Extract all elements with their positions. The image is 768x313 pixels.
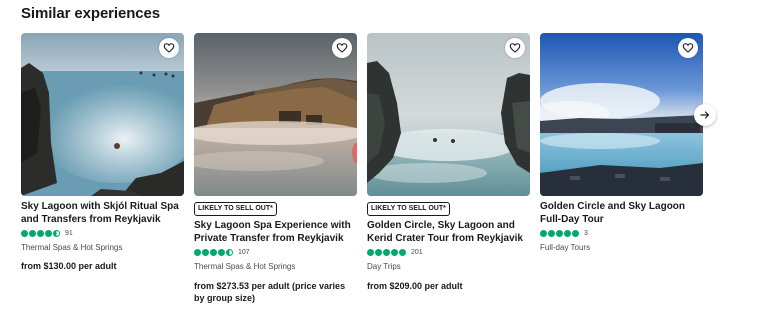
review-count[interactable]: 201: [411, 249, 423, 256]
experience-price: from $130.00 per adult: [21, 261, 117, 271]
heart-icon: [509, 43, 521, 53]
likely-to-sell-out-badge: LIKELY TO SELL OUT*: [194, 202, 277, 216]
experience-title[interactable]: Golden Circle and Sky Lagoon Full-Day To…: [540, 201, 703, 226]
rating-bubbles: [367, 249, 407, 256]
review-count[interactable]: 91: [65, 230, 73, 237]
carousel-next-button[interactable]: [694, 104, 716, 126]
experience-card[interactable]: LIKELY TO SELL OUT* Sky Lagoon Spa Exper…: [194, 33, 357, 304]
rating-bubbles: [194, 249, 234, 256]
rating-bubble: [564, 230, 571, 237]
rating-bubble: [367, 249, 374, 256]
likely-to-sell-out-badge: LIKELY TO SELL OUT*: [367, 202, 450, 216]
experience-photo[interactable]: [21, 33, 184, 196]
experience-photo[interactable]: [367, 33, 530, 196]
save-to-trip-button[interactable]: [159, 38, 179, 58]
rating-bubble: [21, 230, 28, 237]
heart-icon: [336, 43, 348, 53]
experience-category: Day Trips: [367, 262, 401, 271]
save-to-trip-button[interactable]: [678, 38, 698, 58]
turf-house-lagoon-image: [194, 33, 357, 196]
rating-bubble: [391, 249, 398, 256]
rating-row: 3: [540, 229, 703, 238]
experience-photo[interactable]: [540, 33, 703, 196]
experience-category: Full-day Tours: [540, 243, 591, 252]
review-count[interactable]: 107: [238, 249, 250, 256]
rating-bubble: [375, 249, 382, 256]
rating-bubble-half: [53, 230, 60, 237]
rating-bubble: [45, 230, 52, 237]
rating-bubble: [572, 230, 579, 237]
review-count[interactable]: 3: [584, 230, 588, 237]
save-to-trip-button[interactable]: [332, 38, 352, 58]
experience-price: from $273.53 per adult (price varies by …: [194, 281, 346, 303]
experience-title[interactable]: Sky Lagoon Spa Experience with Private T…: [194, 220, 357, 245]
rating-bubble: [37, 230, 44, 237]
rating-bubble: [202, 249, 209, 256]
rating-bubble: [548, 230, 555, 237]
rating-bubbles: [540, 230, 580, 237]
rating-bubble: [29, 230, 36, 237]
experience-price: from $209.00 per adult: [367, 281, 463, 291]
lagoon-rock-cliffs-image: [367, 33, 530, 196]
rating-row: 201: [367, 248, 530, 257]
experience-category: Thermal Spas & Hot Springs: [21, 243, 123, 252]
rating-bubble: [556, 230, 563, 237]
rating-bubble: [540, 230, 547, 237]
rating-bubbles: [21, 230, 61, 237]
rating-bubble: [210, 249, 217, 256]
save-to-trip-button[interactable]: [505, 38, 525, 58]
rating-bubble: [194, 249, 201, 256]
heart-icon: [163, 43, 175, 53]
heart-icon: [682, 43, 694, 53]
rating-row: 107: [194, 248, 357, 257]
rating-bubble-half: [226, 249, 233, 256]
rating-row: 91: [21, 229, 184, 238]
arrow-right-icon: [700, 111, 710, 119]
rating-bubble: [383, 249, 390, 256]
experience-category: Thermal Spas & Hot Springs: [194, 262, 296, 271]
experience-card[interactable]: Golden Circle and Sky Lagoon Full-Day To…: [540, 33, 703, 252]
experience-title[interactable]: Golden Circle, Sky Lagoon and Kerid Crat…: [367, 220, 530, 245]
experience-card[interactable]: Sky Lagoon with Skjól Ritual Spa and Tra…: [21, 33, 184, 272]
section-title: Similar experiences: [21, 5, 161, 22]
experience-carousel: Sky Lagoon with Skjól Ritual Spa and Tra…: [21, 33, 721, 313]
experience-photo[interactable]: [194, 33, 357, 196]
experience-title[interactable]: Sky Lagoon with Skjól Ritual Spa and Tra…: [21, 201, 184, 226]
sky-lagoon-bathers-steam-image: [21, 33, 184, 196]
experience-card[interactable]: LIKELY TO SELL OUT* Golden Circle, Sky L…: [367, 33, 530, 292]
rating-bubble: [218, 249, 225, 256]
blue-lagoon-dusk-image: [540, 33, 703, 196]
rating-bubble: [399, 249, 406, 256]
